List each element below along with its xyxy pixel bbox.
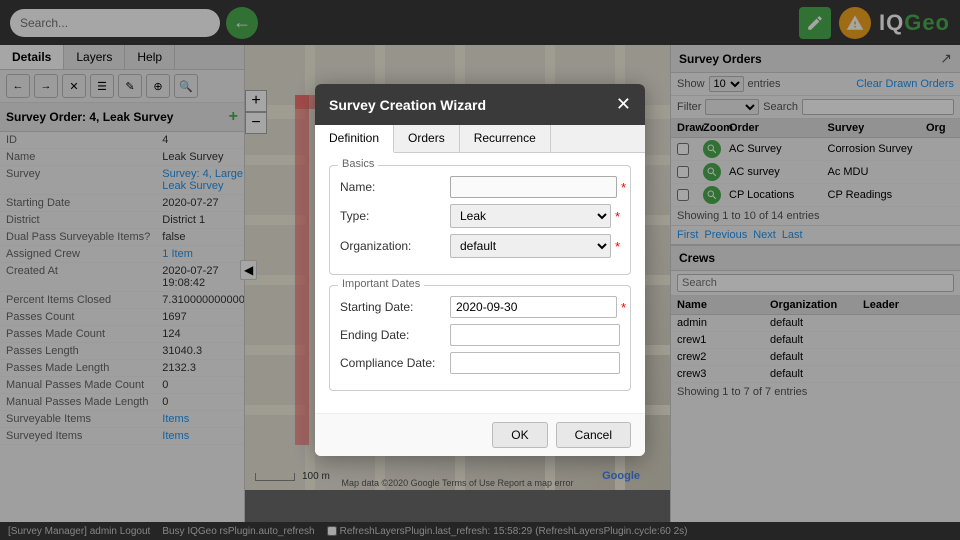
type-required: * [615, 209, 620, 224]
org-field: Organization: default * [340, 234, 620, 258]
modal-tab-recurrence[interactable]: Recurrence [460, 125, 551, 152]
ending-date-field: Ending Date: [340, 324, 620, 346]
type-field: Type: Leak * [340, 204, 620, 228]
type-select[interactable]: Leak [450, 204, 611, 228]
modal-close-button[interactable]: ✕ [616, 94, 631, 115]
basics-section: Basics Name: * Type: Leak * Organization… [329, 165, 631, 275]
ok-button[interactable]: OK [492, 422, 547, 448]
compliance-date-field: Compliance Date: [340, 352, 620, 374]
name-input[interactable] [450, 176, 617, 198]
org-label: Organization: [340, 239, 450, 253]
ending-date-input[interactable] [450, 324, 620, 346]
ending-date-label: Ending Date: [340, 328, 450, 342]
type-label: Type: [340, 209, 450, 223]
name-label: Name: [340, 180, 450, 194]
dates-legend: Important Dates [338, 278, 424, 290]
name-field: Name: * [340, 176, 620, 198]
name-required: * [621, 180, 626, 195]
cancel-button[interactable]: Cancel [556, 422, 631, 448]
modal-body: Basics Name: * Type: Leak * Organization… [315, 153, 645, 413]
basics-legend: Basics [338, 158, 378, 170]
modal-tab-orders[interactable]: Orders [394, 125, 460, 152]
compliance-date-label: Compliance Date: [340, 356, 450, 370]
dates-section: Important Dates Starting Date: * Ending … [329, 285, 631, 391]
org-required: * [615, 239, 620, 254]
starting-date-field: Starting Date: * [340, 296, 620, 318]
modal-overlay: Survey Creation Wizard ✕ Definition Orde… [0, 0, 960, 540]
modal-tabs: Definition Orders Recurrence [315, 125, 645, 153]
modal-footer: OK Cancel [315, 413, 645, 456]
modal-header: Survey Creation Wizard ✕ [315, 84, 645, 125]
modal-dialog: Survey Creation Wizard ✕ Definition Orde… [315, 84, 645, 456]
org-select[interactable]: default [450, 234, 611, 258]
modal-tab-definition[interactable]: Definition [315, 125, 394, 153]
starting-date-input[interactable] [450, 296, 617, 318]
compliance-date-input[interactable] [450, 352, 620, 374]
starting-date-required: * [621, 300, 626, 315]
modal-title: Survey Creation Wizard [329, 97, 616, 113]
starting-date-label: Starting Date: [340, 300, 450, 314]
